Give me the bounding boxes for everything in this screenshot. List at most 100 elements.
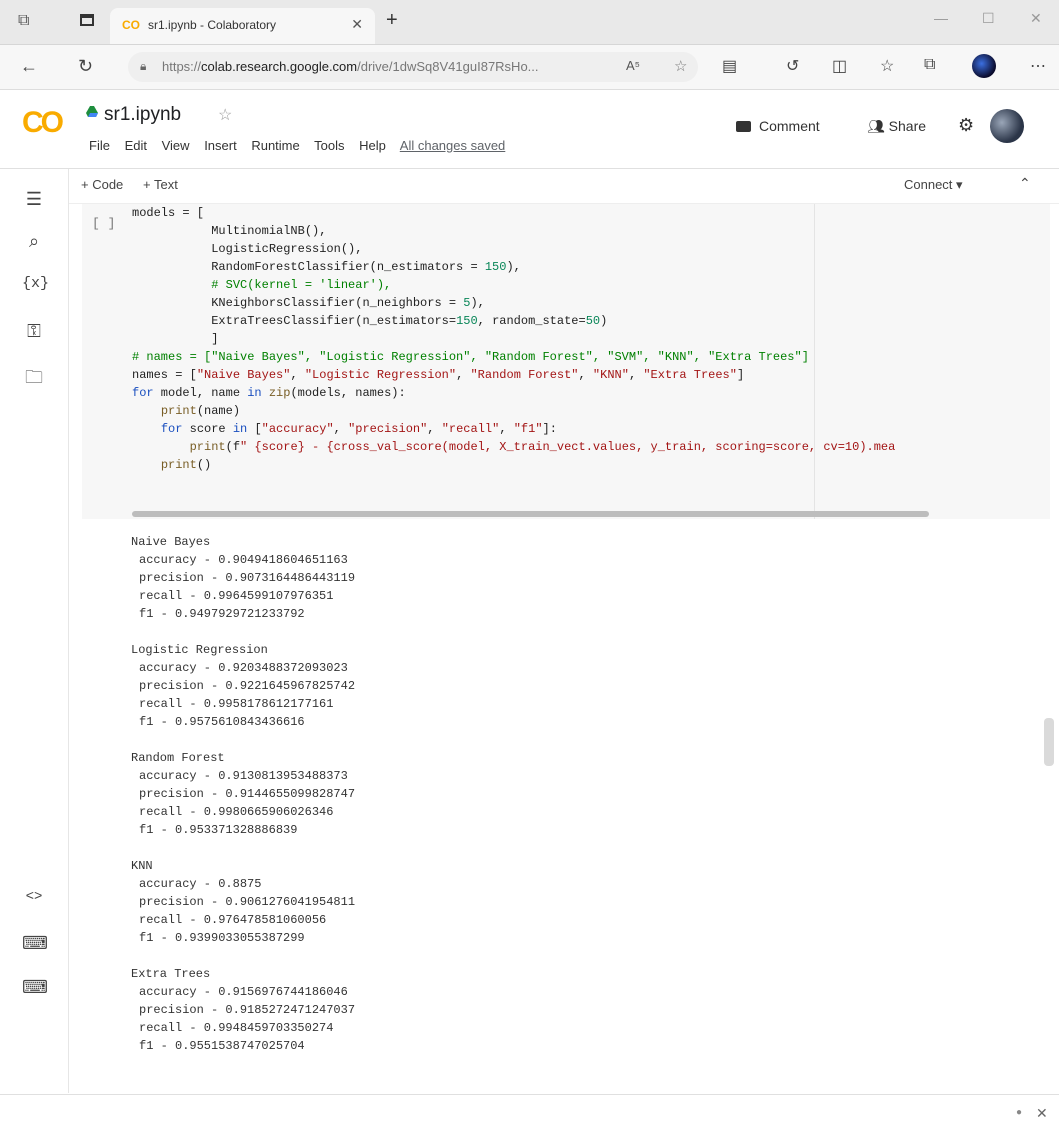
code-line[interactable]: LogisticRegression(), bbox=[132, 240, 895, 258]
menu-runtime[interactable]: Runtime bbox=[251, 138, 299, 153]
avatar[interactable] bbox=[990, 109, 1024, 143]
command-palette-icon[interactable]: ⌨ bbox=[22, 933, 48, 954]
output-metric-line: recall - 0.9958178612177161 bbox=[139, 697, 334, 711]
code-line[interactable]: for model, name in zip(models, names): bbox=[132, 384, 895, 402]
colab-logo[interactable]: CO bbox=[22, 106, 64, 140]
files-folder-icon[interactable]: 🗀︎ bbox=[22, 365, 46, 395]
output-metric-line: accuracy - 0.8875 bbox=[139, 877, 262, 891]
close-status-icon[interactable]: ✕ bbox=[1036, 1105, 1048, 1122]
notebook-title[interactable]: sr1.ipynb bbox=[104, 104, 181, 126]
code-line[interactable]: print(f" {score} - {cross_val_score(mode… bbox=[132, 438, 896, 456]
output-metric-line: accuracy - 0.9203488372093023 bbox=[139, 661, 348, 675]
code-line[interactable]: MultinomialNB(), bbox=[132, 222, 895, 240]
collapse-header-icon[interactable]: ⌃ bbox=[1019, 175, 1031, 192]
cell-run-indicator[interactable]: [ ] bbox=[92, 216, 115, 231]
read-aloud-icon[interactable]: A⁵ bbox=[626, 58, 640, 73]
add-code-button[interactable]: + Code bbox=[81, 177, 123, 192]
minimize-icon[interactable]: — bbox=[934, 10, 948, 26]
close-tab-icon[interactable]: ✕ bbox=[351, 16, 363, 33]
connect-button[interactable]: Connect ▾ bbox=[904, 177, 963, 193]
favorites-icon[interactable]: ☆ bbox=[880, 56, 894, 76]
output-model-name: KNN bbox=[131, 859, 153, 873]
code-line[interactable]: # SVC(kernel = 'linear'), bbox=[132, 276, 895, 294]
output-metric-line: precision - 0.9061276041954811 bbox=[139, 895, 356, 909]
variables-icon[interactable]: {x} bbox=[22, 275, 49, 292]
output-model-name: Extra Trees bbox=[131, 967, 211, 981]
favorite-icon[interactable]: ☆ bbox=[674, 57, 687, 75]
output-metric-line: precision - 0.9144655099828747 bbox=[139, 787, 356, 801]
output-metric-line: f1 - 0.9551538747025704 bbox=[139, 1039, 305, 1053]
share-label: Share bbox=[888, 118, 927, 134]
search-icon[interactable]: ⌕ bbox=[22, 231, 46, 252]
url-text[interactable]: https://colab.research.google.com/drive/… bbox=[162, 59, 539, 74]
menu-bar: File Edit View Insert Runtime Tools Help… bbox=[89, 138, 516, 153]
horizontal-scrollbar[interactable] bbox=[132, 511, 929, 517]
new-tab-icon[interactable]: + bbox=[386, 9, 398, 32]
code-editor[interactable]: models = [ MultinomialNB(), LogisticRegr… bbox=[132, 204, 895, 474]
output-model-name: Logistic Regression bbox=[131, 643, 268, 657]
menu-insert[interactable]: Insert bbox=[204, 138, 237, 153]
code-cell[interactable]: [ ] models = [ MultinomialNB(), Logistic… bbox=[82, 204, 1050, 519]
output-model-name: Naive Bayes bbox=[131, 535, 211, 549]
back-icon[interactable]: ← bbox=[20, 56, 38, 77]
reader-view-icon[interactable]: ▤ bbox=[722, 56, 737, 76]
menu-file[interactable]: File bbox=[89, 138, 110, 153]
refresh-icon[interactable]: ↻ bbox=[78, 56, 93, 77]
code-line[interactable]: RandomForestClassifier(n_estimators = 15… bbox=[132, 258, 895, 276]
output-model-group: Naive Bayes accuracy - 0.9049418604651163… bbox=[131, 533, 355, 623]
output-metric-line: recall - 0.9964599107976351 bbox=[139, 589, 334, 603]
add-text-button[interactable]: + Text bbox=[143, 177, 178, 192]
output-metric-line: recall - 0.9948459703350274 bbox=[139, 1021, 334, 1035]
code-line[interactable]: names = ["Naive Bayes", "Logistic Regres… bbox=[132, 366, 895, 384]
collections-icon[interactable]: ⧉ bbox=[924, 56, 935, 74]
profile-icon[interactable] bbox=[972, 54, 996, 78]
table-of-contents-icon[interactable]: ☰ bbox=[22, 189, 46, 210]
output-metric-line: recall - 0.976478581060056 bbox=[139, 913, 327, 927]
comment-button[interactable]: Comment bbox=[736, 118, 820, 134]
share-people-icon: 👥︎ bbox=[867, 118, 889, 134]
code-line[interactable]: # names = ["Naive Bayes", "Logistic Regr… bbox=[132, 348, 895, 366]
drive-icon bbox=[86, 106, 98, 117]
share-button[interactable]: 👥︎ Share bbox=[867, 118, 926, 135]
output-metric-line: recall - 0.9980665906026346 bbox=[139, 805, 334, 819]
tab-actions-icon[interactable] bbox=[80, 14, 94, 26]
output-metric-line: f1 - 0.9575610843436616 bbox=[139, 715, 305, 729]
menu-view[interactable]: View bbox=[162, 138, 190, 153]
code-line[interactable]: models = [ bbox=[132, 204, 895, 222]
code-line[interactable]: for score in ["accuracy", "precision", "… bbox=[132, 420, 895, 438]
code-line[interactable]: KNeighborsClassifier(n_neighbors = 5), bbox=[132, 294, 895, 312]
menu-edit[interactable]: Edit bbox=[125, 138, 147, 153]
code-line[interactable]: ] bbox=[132, 330, 895, 348]
colab-header: CO sr1.ipynb ☆ File Edit View Insert Run… bbox=[0, 90, 1059, 169]
output-metric-line: precision - 0.9185272471247037 bbox=[139, 1003, 356, 1017]
secrets-key-icon[interactable]: ⚿ bbox=[22, 321, 46, 342]
split-screen-icon[interactable]: ◫ bbox=[832, 56, 847, 76]
vertical-scrollbar[interactable] bbox=[1044, 718, 1054, 766]
settings-gear-icon[interactable]: ⚙ bbox=[958, 115, 974, 136]
star-icon[interactable]: ☆ bbox=[218, 105, 232, 125]
maximize-icon[interactable]: ☐ bbox=[982, 10, 995, 27]
menu-tools[interactable]: Tools bbox=[314, 138, 344, 153]
chevron-down-icon: ▾ bbox=[956, 177, 963, 192]
output-model-group: KNN accuracy - 0.8875 precision - 0.906127… bbox=[131, 857, 355, 947]
terminal-icon[interactable]: ⌨ bbox=[22, 977, 48, 998]
code-line[interactable]: print(name) bbox=[132, 402, 895, 420]
code-line[interactable]: ExtraTreesClassifier(n_estimators=150, r… bbox=[132, 312, 895, 330]
browser-tab[interactable]: CO sr1.ipynb - Colaboratory ✕ bbox=[110, 8, 375, 44]
more-icon[interactable]: ⋯ bbox=[1030, 56, 1046, 76]
extension-icon[interactable]: ↺ bbox=[786, 56, 799, 76]
url-bar[interactable]: 🔒︎ https://colab.research.google.com/dri… bbox=[128, 52, 698, 82]
workspaces-icon[interactable]: ⧉ bbox=[18, 12, 29, 30]
output-metric-line: f1 - 0.953371328886839 bbox=[139, 823, 298, 837]
menu-help[interactable]: Help bbox=[359, 138, 386, 153]
save-status[interactable]: All changes saved bbox=[400, 138, 506, 153]
output-metric-line: accuracy - 0.9130813953488373 bbox=[139, 769, 348, 783]
window-close-icon[interactable]: ✕ bbox=[1030, 10, 1042, 27]
code-line[interactable]: print() bbox=[132, 456, 895, 474]
output-metric-line: precision - 0.9073164486443119 bbox=[139, 571, 356, 585]
output-model-group: Logistic Regression accuracy - 0.92034883… bbox=[131, 641, 355, 731]
output-model-name: Random Forest bbox=[131, 751, 225, 765]
code-snippets-icon[interactable]: <> bbox=[22, 889, 46, 905]
output-metric-line: accuracy - 0.9156976744186046 bbox=[139, 985, 348, 999]
lock-icon[interactable]: 🔒︎ bbox=[140, 59, 146, 74]
